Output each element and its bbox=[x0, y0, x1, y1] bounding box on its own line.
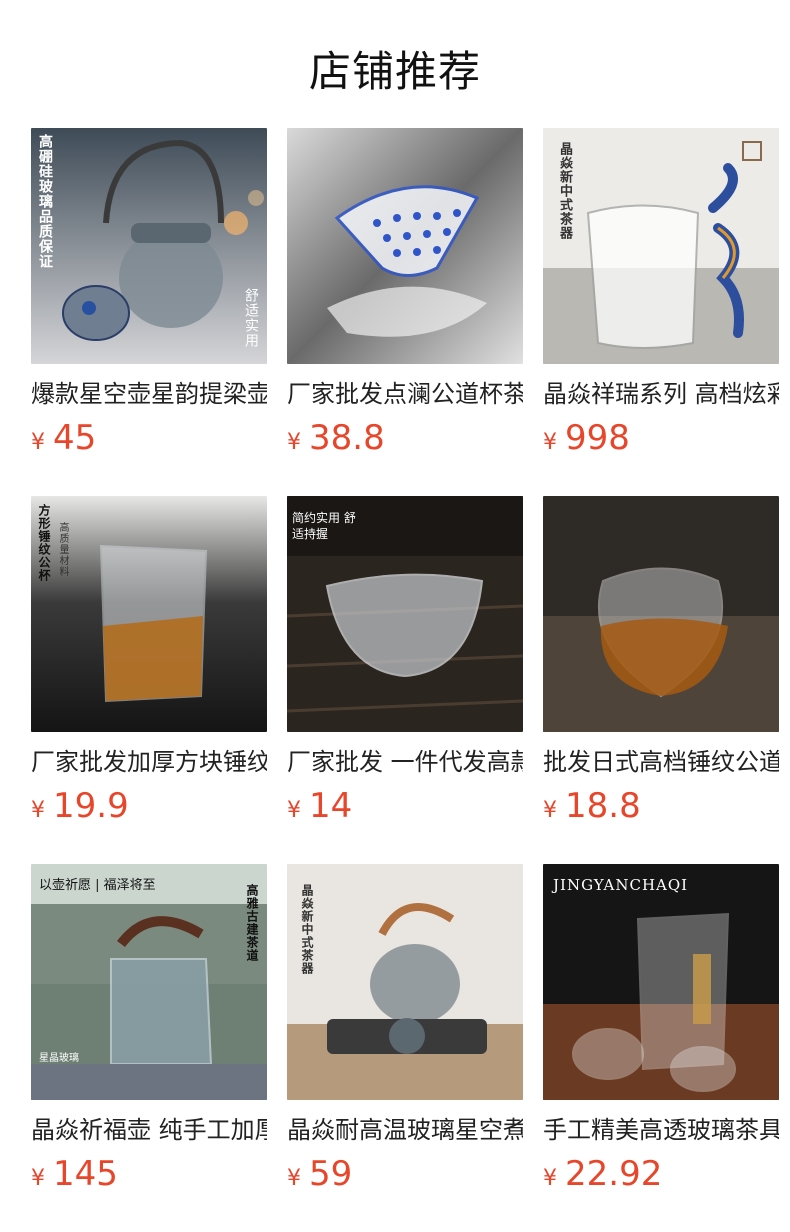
product-name[interactable]: 手工精美高透玻璃茶具套装 bbox=[543, 1114, 779, 1146]
currency-symbol: ¥ bbox=[543, 798, 557, 823]
product-card[interactable]: 晶焱新中式茶器 晶焱祥瑞系列 高档炫彩公道杯 ¥998 bbox=[543, 128, 779, 464]
product-badge: 简约实用 舒适持握 bbox=[292, 511, 356, 541]
product-name[interactable]: 厂家批发点澜公道杯茶海 bbox=[287, 378, 523, 410]
product-name[interactable]: 厂家批发 一件代发高款锤纹公杯 bbox=[287, 746, 523, 778]
product-card[interactable]: 高硼硅玻璃品质保证 舒适实用 爆款星空壶星韵提梁壶 ¥45 bbox=[31, 128, 267, 464]
product-name[interactable]: 厂家批发加厚方块锤纹公杯 bbox=[31, 746, 267, 778]
product-price: ¥59 bbox=[287, 1154, 523, 1200]
price-value: 19.9 bbox=[53, 786, 129, 826]
product-side-text: 高质量材料 bbox=[57, 522, 68, 577]
product-price: ¥22.92 bbox=[543, 1154, 779, 1200]
product-image[interactable]: JINGYANCHAQI bbox=[543, 864, 779, 1100]
product-badge: 晶焱新中式茶器 bbox=[300, 884, 314, 975]
product-image[interactable] bbox=[287, 128, 523, 364]
product-price: ¥18.8 bbox=[543, 786, 779, 832]
product-card[interactable]: JINGYANCHAQI 手工精美高透玻璃茶具套装 ¥22.92 bbox=[543, 864, 779, 1200]
product-card[interactable]: 方形锤纹公杯 高质量材料 厂家批发加厚方块锤纹公杯 ¥19.9 bbox=[31, 496, 267, 832]
price-value: 45 bbox=[53, 418, 97, 458]
price-value: 22.92 bbox=[565, 1154, 663, 1194]
product-name[interactable]: 晶焱祈福壶 纯手工加厚煮茶壶 bbox=[31, 1114, 267, 1146]
product-image[interactable]: 简约实用 舒适持握 bbox=[287, 496, 523, 732]
page-title: 店铺推荐 bbox=[308, 47, 481, 96]
product-price: ¥998 bbox=[543, 418, 779, 464]
product-card[interactable]: 厂家批发点澜公道杯茶海 ¥38.8 bbox=[287, 128, 523, 464]
currency-symbol: ¥ bbox=[287, 1166, 301, 1191]
price-value: 38.8 bbox=[309, 418, 385, 458]
product-badge: 晶焱新中式茶器 bbox=[557, 142, 572, 240]
currency-symbol: ¥ bbox=[287, 430, 301, 455]
product-image[interactable]: 方形锤纹公杯 高质量材料 bbox=[31, 496, 267, 732]
currency-symbol: ¥ bbox=[31, 1166, 45, 1191]
price-value: 998 bbox=[565, 418, 630, 458]
price-value: 59 bbox=[309, 1154, 353, 1194]
product-badge: 方形锤纹公杯 bbox=[37, 504, 51, 582]
product-name[interactable]: 晶焱祥瑞系列 高档炫彩公道杯 bbox=[543, 378, 779, 410]
product-badge: 高硼硅玻璃品质保证 bbox=[37, 134, 53, 269]
currency-symbol: ¥ bbox=[543, 430, 557, 455]
price-value: 18.8 bbox=[565, 786, 641, 826]
price-value: 14 bbox=[309, 786, 353, 826]
product-side-text: 高雅古建茶道 bbox=[245, 884, 259, 962]
product-price: ¥145 bbox=[31, 1154, 267, 1200]
product-image[interactable]: 以壶祈愿 | 福泽将至 高雅古建茶道 星晶玻璃 bbox=[31, 864, 267, 1100]
brand-logo: JINGYANCHAQI bbox=[553, 876, 689, 894]
product-image[interactable]: 晶焱新中式茶器 bbox=[543, 128, 779, 364]
product-price: ¥14 bbox=[287, 786, 523, 832]
product-side-text: 舒适实用 bbox=[243, 288, 259, 348]
product-image[interactable]: 高硼硅玻璃品质保证 舒适实用 bbox=[31, 128, 267, 364]
currency-symbol: ¥ bbox=[287, 798, 301, 823]
product-price: ¥45 bbox=[31, 418, 267, 464]
product-card[interactable]: 晶焱新中式茶器 晶焱耐高温玻璃星空煮茶壶 ¥59 bbox=[287, 864, 523, 1200]
price-value: 145 bbox=[53, 1154, 118, 1194]
product-name[interactable]: 批发日式高档锤纹公道杯 bbox=[543, 746, 779, 778]
product-card[interactable]: 批发日式高档锤纹公道杯 ¥18.8 bbox=[543, 496, 779, 832]
product-image[interactable]: 晶焱新中式茶器 bbox=[287, 864, 523, 1100]
currency-symbol: ¥ bbox=[31, 798, 45, 823]
brand-mark: 星晶玻璃 bbox=[39, 1053, 79, 1064]
product-name[interactable]: 爆款星空壶星韵提梁壶 bbox=[31, 378, 267, 410]
product-badge: 以壶祈愿 | 福泽将至 bbox=[39, 878, 156, 893]
product-price: ¥38.8 bbox=[287, 418, 523, 464]
currency-symbol: ¥ bbox=[31, 430, 45, 455]
product-card[interactable]: 简约实用 舒适持握 厂家批发 一件代发高款锤纹公杯 ¥14 bbox=[287, 496, 523, 832]
product-image[interactable] bbox=[543, 496, 779, 732]
product-name[interactable]: 晶焱耐高温玻璃星空煮茶壶 bbox=[287, 1114, 523, 1146]
product-price: ¥19.9 bbox=[31, 786, 267, 832]
product-card[interactable]: 以壶祈愿 | 福泽将至 高雅古建茶道 星晶玻璃 晶焱祈福壶 纯手工加厚煮茶壶 ¥… bbox=[31, 864, 267, 1200]
currency-symbol: ¥ bbox=[543, 1166, 557, 1191]
